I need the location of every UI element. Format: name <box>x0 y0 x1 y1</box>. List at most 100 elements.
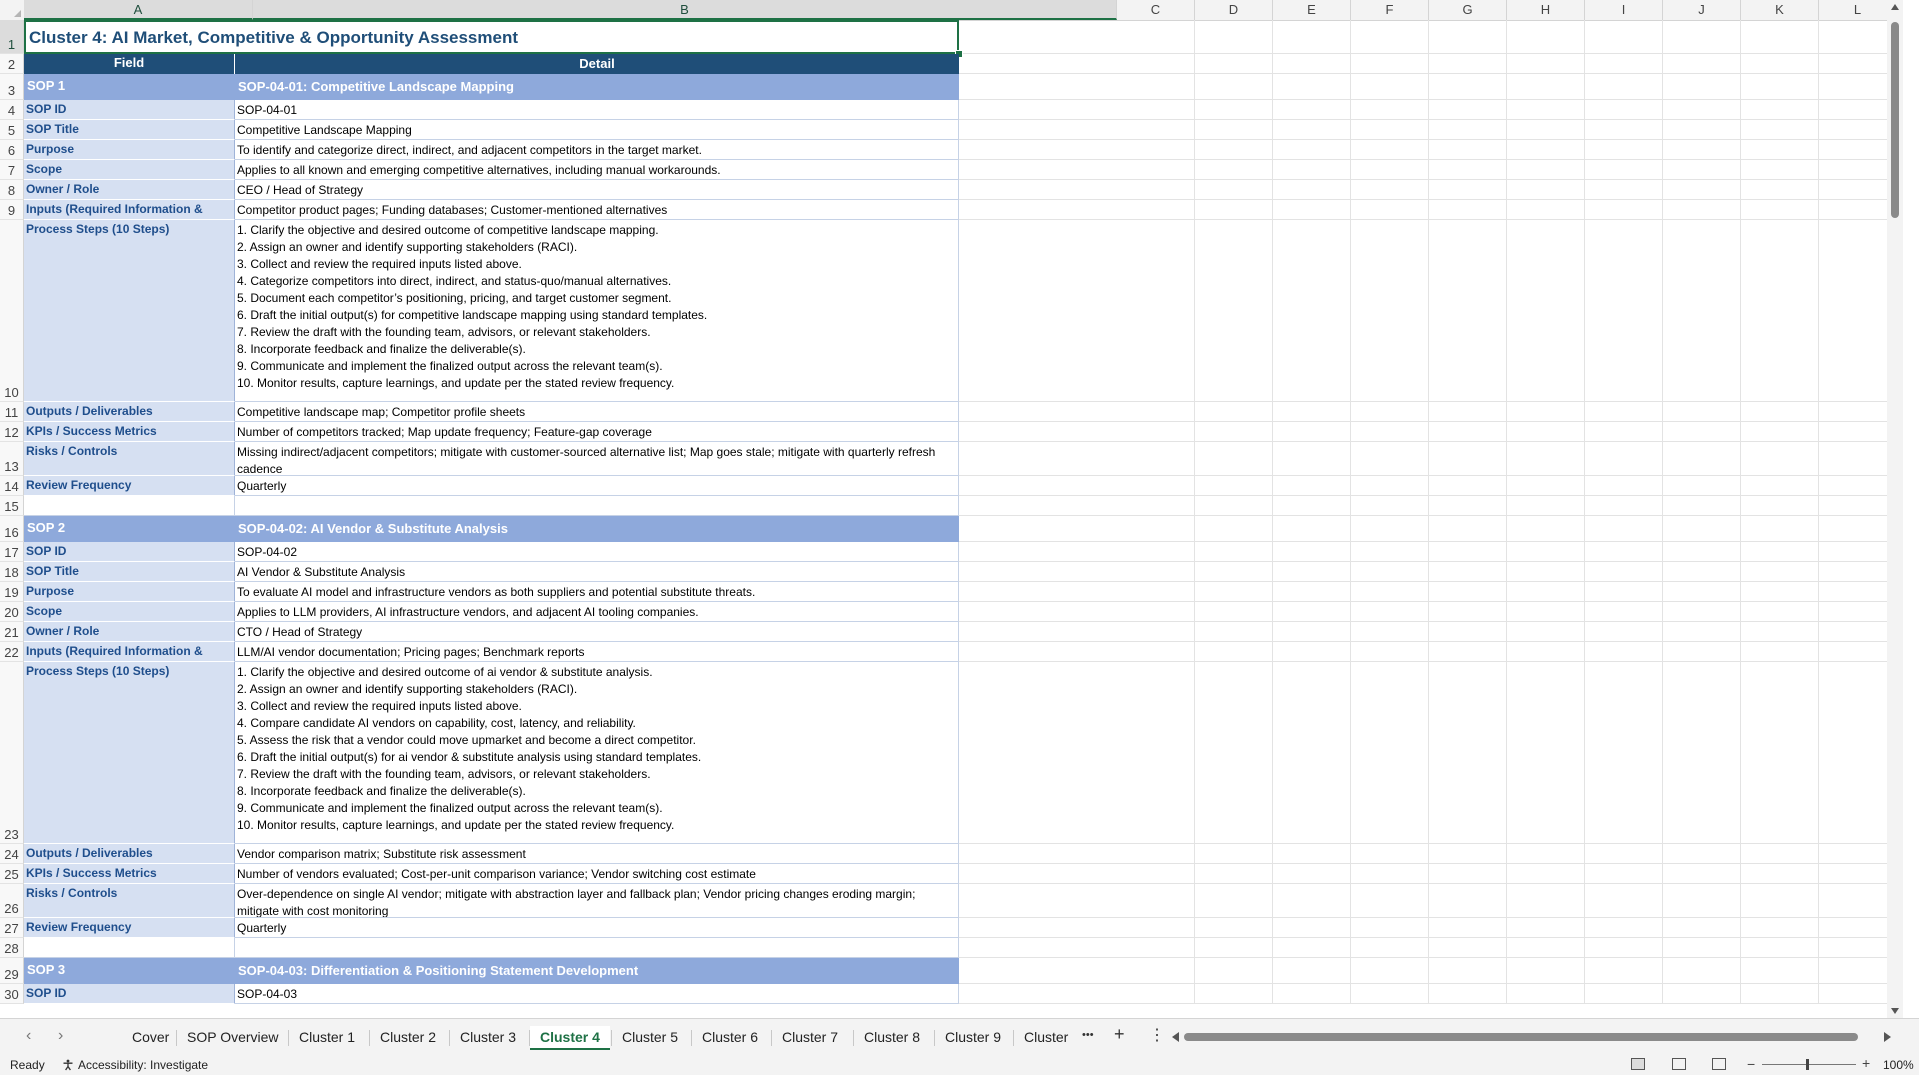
field-label-cell[interactable]: Process Steps (10 Steps) <box>24 662 235 844</box>
horizontal-scroll-thumb[interactable] <box>1184 1033 1858 1041</box>
field-value-cell[interactable]: SOP-04-03 <box>235 984 959 1004</box>
scroll-up-arrow[interactable] <box>1891 4 1899 10</box>
row-header-8[interactable]: 8 <box>0 180 24 200</box>
field-label-cell[interactable]: Scope <box>24 160 235 180</box>
select-all-corner[interactable] <box>0 0 25 20</box>
field-value-cell[interactable]: Competitive landscape map; Competitor pr… <box>235 402 959 422</box>
column-header-c[interactable]: C <box>1117 0 1195 20</box>
next-sheet-button[interactable]: › <box>58 1027 63 1045</box>
field-value-cell[interactable]: CTO / Head of Strategy <box>235 622 959 642</box>
sheet-tab-cluster-5[interactable]: Cluster 5 <box>612 1026 688 1048</box>
sheet-tab-sop-overview[interactable]: SOP Overview <box>177 1026 289 1048</box>
sheet-tab-cluster-6[interactable]: Cluster 6 <box>692 1026 768 1048</box>
field-value-cell[interactable]: Missing indirect/adjacent competitors; m… <box>235 442 959 476</box>
blank-cell[interactable] <box>24 496 235 516</box>
row-header-9[interactable]: 9 <box>0 200 24 220</box>
field-value-cell[interactable]: AI Vendor & Substitute Analysis <box>235 562 959 582</box>
field-value-cell[interactable]: Quarterly <box>235 476 959 496</box>
field-value-cell[interactable]: Competitor product pages; Funding databa… <box>235 200 959 220</box>
field-label-cell[interactable]: Scope <box>24 602 235 622</box>
row-header-12[interactable]: 12 <box>0 422 24 442</box>
field-label-cell[interactable]: KPIs / Success Metrics <box>24 864 235 884</box>
field-value-cell[interactable]: Vendor comparison matrix; Substitute ris… <box>235 844 959 864</box>
field-value-cell[interactable]: Applies to LLM providers, AI infrastruct… <box>235 602 959 622</box>
sheet-options-button[interactable]: ⋮ <box>1149 1025 1165 1045</box>
field-value-cell[interactable]: Number of competitors tracked; Map updat… <box>235 422 959 442</box>
row-header-6[interactable]: 6 <box>0 140 24 160</box>
field-label-cell[interactable]: Purpose <box>24 582 235 602</box>
blank-cell[interactable] <box>235 938 959 958</box>
row-header-23[interactable]: 23 <box>0 662 24 844</box>
page-break-view-icon[interactable] <box>1712 1058 1726 1070</box>
more-sheets-button[interactable]: ••• <box>1082 1029 1094 1041</box>
row-header-1[interactable]: 1 <box>0 20 24 54</box>
field-column-header[interactable]: Field <box>24 54 235 74</box>
scroll-down-arrow[interactable] <box>1891 1008 1899 1014</box>
zoom-slider-thumb[interactable] <box>1806 1059 1809 1070</box>
field-label-cell[interactable]: Owner / Role <box>24 622 235 642</box>
sheet-tab-cluster-4[interactable]: Cluster 4 <box>530 1026 610 1050</box>
sheet-title-cell[interactable]: Cluster 4: AI Market, Competitive & Oppo… <box>24 20 959 54</box>
blank-cell[interactable] <box>235 496 959 516</box>
sheet-tab-cluster-8[interactable]: Cluster 8 <box>854 1026 930 1048</box>
row-header-21[interactable]: 21 <box>0 622 24 642</box>
spreadsheet-grid[interactable]: ABCDEFGHIJKLMNOPQ 1234567891011121314151… <box>0 0 1903 1018</box>
zoom-level[interactable]: 100% <box>1883 1058 1914 1072</box>
sop-label-cell[interactable]: SOP 3 <box>24 958 235 984</box>
row-header-2[interactable]: 2 <box>0 54 24 74</box>
row-header-5[interactable]: 5 <box>0 120 24 140</box>
column-header-h[interactable]: H <box>1507 0 1585 20</box>
row-header-15[interactable]: 15 <box>0 496 24 516</box>
row-header-13[interactable]: 13 <box>0 442 24 476</box>
sheet-tab-cluster[interactable]: Cluster <box>1014 1026 1078 1048</box>
row-header-3[interactable]: 3 <box>0 74 24 100</box>
row-header-16[interactable]: 16 <box>0 516 24 542</box>
field-label-cell[interactable]: SOP Title <box>24 562 235 582</box>
scroll-left-arrow[interactable] <box>1172 1032 1179 1042</box>
process-steps-cell[interactable]: 1. Clarify the objective and desired out… <box>235 662 959 844</box>
row-header-28[interactable]: 28 <box>0 938 24 958</box>
field-label-cell[interactable]: Risks / Controls <box>24 442 235 476</box>
field-label-cell[interactable]: Purpose <box>24 140 235 160</box>
zoom-slider-track[interactable] <box>1762 1064 1856 1065</box>
column-header-b[interactable]: B <box>253 0 1117 20</box>
field-value-cell[interactable]: Number of vendors evaluated; Cost-per-un… <box>235 864 959 884</box>
field-value-cell[interactable]: To evaluate AI model and infrastructure … <box>235 582 959 602</box>
page-layout-view-icon[interactable] <box>1672 1058 1686 1070</box>
row-header-29[interactable]: 29 <box>0 958 24 984</box>
field-label-cell[interactable]: Review Frequency <box>24 918 235 938</box>
field-value-cell[interactable]: SOP-04-01 <box>235 100 959 120</box>
field-label-cell[interactable]: Inputs (Required Information & <box>24 642 235 662</box>
zoom-in-button[interactable]: + <box>1862 1055 1870 1071</box>
column-header-g[interactable]: G <box>1429 0 1507 20</box>
prev-sheet-button[interactable]: ‹ <box>26 1027 31 1045</box>
field-value-cell[interactable]: SOP-04-02 <box>235 542 959 562</box>
sop-heading-cell[interactable]: SOP-04-02: AI Vendor & Substitute Analys… <box>235 516 959 542</box>
column-header-e[interactable]: E <box>1273 0 1351 20</box>
field-label-cell[interactable]: Review Frequency <box>24 476 235 496</box>
row-header-14[interactable]: 14 <box>0 476 24 496</box>
field-label-cell[interactable]: Owner / Role <box>24 180 235 200</box>
field-label-cell[interactable]: SOP ID <box>24 100 235 120</box>
field-label-cell[interactable]: Outputs / Deliverables <box>24 844 235 864</box>
vertical-scrollbar[interactable] <box>1887 0 1903 1018</box>
field-label-cell[interactable]: Risks / Controls <box>24 884 235 918</box>
field-label-cell[interactable]: SOP Title <box>24 120 235 140</box>
add-sheet-button[interactable]: + <box>1114 1024 1125 1045</box>
row-header-19[interactable]: 19 <box>0 582 24 602</box>
sheet-tab-cluster-9[interactable]: Cluster 9 <box>935 1026 1011 1048</box>
field-value-cell[interactable]: To identify and categorize direct, indir… <box>235 140 959 160</box>
row-header-27[interactable]: 27 <box>0 918 24 938</box>
horizontal-scrollbar[interactable] <box>1184 1033 1868 1041</box>
sop-label-cell[interactable]: SOP 2 <box>24 516 235 542</box>
row-header-25[interactable]: 25 <box>0 864 24 884</box>
column-header-i[interactable]: I <box>1585 0 1663 20</box>
field-value-cell[interactable]: LLM/AI vendor documentation; Pricing pag… <box>235 642 959 662</box>
column-header-j[interactable]: J <box>1663 0 1741 20</box>
field-label-cell[interactable]: Outputs / Deliverables <box>24 402 235 422</box>
column-header-l[interactable]: L <box>1819 0 1897 20</box>
row-header-18[interactable]: 18 <box>0 562 24 582</box>
field-value-cell[interactable]: Quarterly <box>235 918 959 938</box>
field-label-cell[interactable]: Inputs (Required Information & <box>24 200 235 220</box>
field-value-cell[interactable]: Applies to all known and emerging compet… <box>235 160 959 180</box>
